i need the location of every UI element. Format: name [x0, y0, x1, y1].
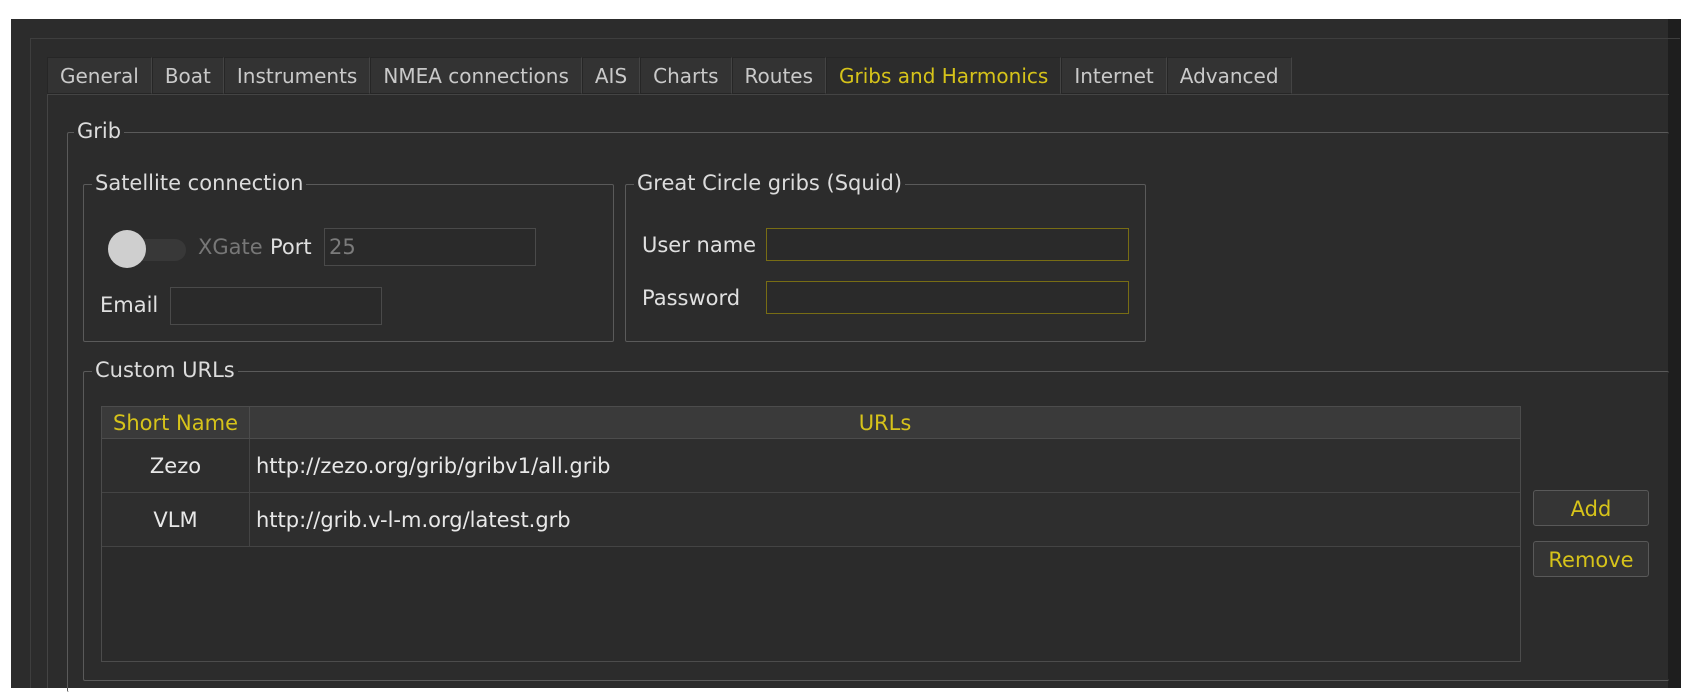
- password-label: Password: [642, 286, 741, 310]
- tab-general[interactable]: General: [47, 57, 152, 94]
- column-header-short-name[interactable]: Short Name: [102, 407, 250, 438]
- row-url: http://zezo.org/grib/gribv1/all.grib: [256, 454, 611, 478]
- tab-charts[interactable]: Charts: [640, 57, 732, 94]
- tab-bar: General Boat Instruments NMEA connection…: [47, 57, 1292, 94]
- port-label: Port: [270, 235, 312, 259]
- username-label: User name: [642, 233, 757, 257]
- toggle-knob: [108, 230, 146, 268]
- xgate-toggle[interactable]: [108, 230, 186, 268]
- table-header: Short Name URLs: [102, 407, 1520, 439]
- row-short-name: Zezo: [102, 439, 250, 492]
- squid-group-title: Great Circle gribs (Squid): [634, 170, 906, 196]
- table-row[interactable]: VLM http://grib.v-l-m.org/latest.grb: [102, 493, 1520, 547]
- remove-url-button[interactable]: Remove: [1533, 541, 1649, 577]
- satellite-connection-title: Satellite connection: [92, 170, 307, 196]
- tab-routes[interactable]: Routes: [731, 57, 827, 94]
- tab-boat[interactable]: Boat: [151, 57, 224, 94]
- tab-nmea-connections[interactable]: NMEA connections: [370, 57, 582, 94]
- password-input[interactable]: [766, 281, 1129, 314]
- tab-instruments[interactable]: Instruments: [223, 57, 371, 94]
- tab-gribs-and-harmonics[interactable]: Gribs and Harmonics: [826, 57, 1062, 94]
- email-label: Email: [100, 293, 159, 317]
- custom-urls-title: Custom URLs: [92, 357, 238, 383]
- email-input[interactable]: [170, 287, 382, 325]
- tab-advanced[interactable]: Advanced: [1166, 57, 1292, 94]
- tab-ais[interactable]: AIS: [581, 57, 641, 94]
- row-url: http://grib.v-l-m.org/latest.grb: [256, 508, 571, 532]
- xgate-label: XGate: [198, 235, 263, 259]
- custom-urls-table: Short Name URLs Zezo http://zezo.org/gri…: [101, 406, 1521, 662]
- row-short-name: VLM: [102, 493, 250, 546]
- tab-internet[interactable]: Internet: [1061, 57, 1167, 94]
- add-url-button[interactable]: Add: [1533, 490, 1649, 526]
- table-row[interactable]: Zezo http://zezo.org/grib/gribv1/all.gri…: [102, 439, 1520, 493]
- grib-group-title: Grib: [74, 118, 125, 144]
- username-input[interactable]: [766, 228, 1129, 261]
- squid-group: Great Circle gribs (Squid): [625, 170, 1146, 342]
- port-input[interactable]: [324, 228, 536, 266]
- column-header-urls[interactable]: URLs: [250, 407, 1520, 438]
